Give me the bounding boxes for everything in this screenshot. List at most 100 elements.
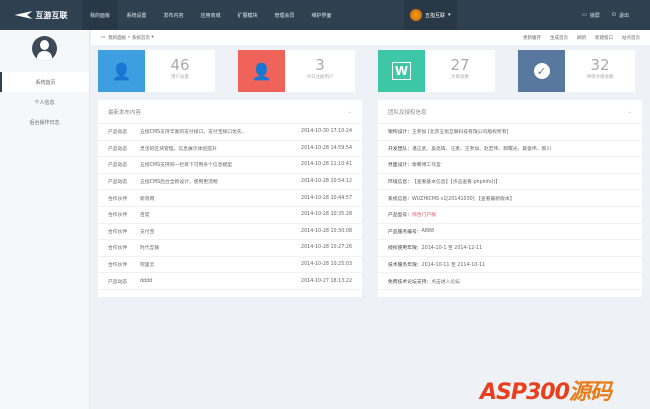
info-key: 界面设计：	[388, 163, 412, 169]
info-value: 【查看基本信息】【点击查看 phpinfo()】	[412, 180, 501, 186]
row-time: 2014-10-28 10:54:12	[301, 179, 352, 185]
sidebar-item-home[interactable]: 系统首页	[0, 72, 89, 92]
stat-card-pending: ✓ 32 待审文章总数	[518, 50, 635, 92]
info-row: 界面设计： 傣雾博工作室	[378, 157, 642, 174]
nav-extensions[interactable]: 扩展模块	[229, 0, 266, 30]
top-bar: 互游互联 我的面板 系统设置 发布内容 应用商城 扩展模块 管理会员 维护界面 …	[0, 0, 650, 30]
breadcrumb-current[interactable]: 系统首页	[132, 35, 150, 41]
info-key: 授权使用年限：	[388, 246, 422, 252]
row-time: 2014-10-28 10:25:03	[301, 262, 352, 268]
row-title-link[interactable]: 阿里云	[140, 261, 294, 268]
sidebar-item-profile[interactable]: 个人信息	[0, 92, 89, 112]
table-row: 合作伙伴 新浪网 2014-10-28 10:44:57	[98, 190, 362, 207]
info-row: 开发团队： 潘正武、吴亮辉、汪勇、王参加、赵宏伟、郝曙光、蔡俊伟、郝川	[378, 141, 642, 158]
stat-value: 3	[315, 56, 325, 74]
stat-label: 今日注册用户	[306, 75, 334, 80]
breadcrumb-root[interactable]: 我的面板	[108, 35, 126, 41]
main-nav: 我的面板 系统设置 发布内容 应用商城 扩展模块 管理会员 维护界面	[82, 0, 340, 30]
nav-maintenance[interactable]: 维护界面	[303, 0, 340, 30]
lock-label: 锁屏	[589, 12, 600, 19]
table-row: 合作伙伴 百度 2014-10-28 10:35:28	[98, 207, 362, 224]
row-title-link[interactable]: 新浪网	[140, 195, 294, 202]
info-row: 系统信息： WUZHICMS v1[20141030] 【查看最新版本】	[378, 190, 642, 207]
breadcrumb-actions: 更新缓存 生成首页 刷新 新建窗口 站点首页	[523, 35, 640, 41]
nav-members[interactable]: 管理会员	[266, 0, 303, 30]
logout-label: 退出	[618, 12, 629, 19]
info-value: 点击进入论坛	[431, 279, 460, 285]
row-category: 产品动态	[108, 146, 128, 152]
info-row: 授权使用年限： 2014-10-1 至 2014-12-11	[378, 240, 642, 257]
row-time: 2014-10-30 17:10:24	[301, 129, 352, 135]
table-row: 合作伙伴 阿里云 2014-10-28 10:25:03	[98, 257, 362, 274]
new-window-link[interactable]: 新建窗口	[595, 35, 613, 41]
monitor-icon: ▭	[101, 35, 106, 40]
sidebar: 系统首页 个人信息 后台操作日志	[0, 30, 90, 409]
stat-value: 27	[450, 56, 470, 74]
stat-card-articles: W 27 文章总数	[378, 50, 495, 92]
sidebar-avatar[interactable]	[32, 36, 57, 61]
table-row: 合作伙伴 支付宝 2014-10-28 10:30:08	[98, 224, 362, 241]
row-category: 合作伙伴	[108, 246, 128, 252]
nav-my-panel[interactable]: 我的面板	[82, 0, 118, 30]
info-key: 开发团队：	[388, 146, 412, 152]
avatar	[410, 9, 422, 21]
table-row: 产品动态 五指CMS支持丰富的支付接口，支付宝接口优先.. 2014-10-30 1…	[98, 124, 362, 141]
row-title-link[interactable]: 五指CMS后台全新设计，使用更流畅	[140, 178, 294, 185]
nav-app-store[interactable]: 应用商城	[192, 0, 229, 30]
row-time: 2014-10-28 10:30:08	[301, 228, 352, 234]
info-value: WUZHICMS v1[20141030] 【查看最新版本】	[412, 196, 515, 202]
user-menu[interactable]: 五指互联 ▾	[404, 0, 457, 30]
info-value: A888	[421, 228, 435, 234]
latest-content-panel: 最新发布内容 ⌄ 产品动态 五指CMS支持丰富的支付接口，支付宝接口优先.. 2014…	[98, 100, 362, 297]
nav-publish[interactable]: 发布内容	[155, 0, 192, 30]
stat-label: 文章总数	[451, 75, 469, 80]
row-time: 2014-10-28 14:59:54	[301, 145, 352, 151]
info-value: 王参加 [北京五指互联科技有限公司版权所有]	[412, 130, 509, 136]
row-category: 产品动态	[108, 163, 128, 169]
stat-card-users: 👤 46 用户总量	[98, 50, 215, 92]
row-time: 2014-10-28 10:44:57	[301, 195, 352, 201]
row-title-link[interactable]: 灵活的区块管理，信息展示体验提升	[140, 145, 294, 152]
nav-system-settings[interactable]: 系统设置	[118, 0, 155, 30]
chevron-down-icon[interactable]: ⌄	[347, 109, 352, 115]
row-title-link[interactable]: 百度	[140, 211, 294, 218]
stat-value: 32	[590, 56, 610, 74]
stat-card-new-users: 👤 3 今日注册用户	[238, 50, 355, 92]
info-key: 产品型号：	[388, 213, 412, 219]
table-row: 产品动态 五指CMS后台全新设计，使用更流畅 2014-10-28 10:54:12	[98, 174, 362, 191]
row-category: 合作伙伴	[108, 263, 128, 269]
info-row: 技术服务年限： 2014-10-11 至 2114-10-11	[378, 257, 642, 274]
info-row: 环境信息： 【查看基本信息】【点击查看 phpinfo()】	[378, 174, 642, 191]
row-title-link[interactable]: 时代互联	[140, 244, 294, 251]
info-row: 产品型号： 综合门户版	[378, 207, 642, 224]
row-category: 产品动态	[108, 180, 128, 186]
caret-down-icon: ▾	[448, 12, 451, 18]
site-home-link[interactable]: 站点首页	[622, 35, 640, 41]
info-row: 免费技术论坛支持： 点击进入论坛	[378, 273, 642, 290]
row-time: 2014-10-28 10:27:26	[301, 245, 352, 251]
chevron-down-icon[interactable]: ⌄	[627, 109, 632, 115]
lock-button[interactable]: ▭ 锁屏	[582, 0, 600, 30]
row-title-link[interactable]: 支付宝	[140, 228, 294, 235]
caret-down-icon: ▾	[149, 35, 154, 40]
info-value: 2014-10-11 至 2114-10-11	[421, 263, 486, 269]
info-key: 环境信息：	[388, 180, 412, 186]
row-title-link[interactable]: 五指CMS支持同一栏目下可用多个信息模型	[140, 161, 294, 168]
sidebar-item-log[interactable]: 后台操作日志	[0, 112, 89, 132]
logout-button[interactable]: ⏻ 退出	[612, 0, 629, 30]
info-value: 综合门户版	[412, 213, 436, 219]
row-time: 2014-10-28 11:10:41	[301, 162, 352, 168]
row-time: 2014-10-27 18:13:22	[301, 278, 352, 284]
generate-home-link[interactable]: 生成首页	[550, 35, 568, 41]
table-row: 合作伙伴 时代互联 2014-10-28 10:27:26	[98, 240, 362, 257]
update-cache-link[interactable]: 更新缓存	[523, 35, 541, 41]
refresh-link[interactable]: 刷新	[577, 35, 586, 41]
row-title-link[interactable]: 五指CMS支持丰富的支付接口，支付宝接口优先..	[140, 128, 294, 135]
row-title-link[interactable]: dddd	[140, 279, 294, 284]
logo[interactable]: 互游互联	[0, 0, 82, 30]
monitor-icon: ▭	[582, 12, 587, 18]
row-category: 产品动态	[108, 279, 128, 285]
stat-label: 用户总量	[171, 75, 189, 80]
table-row: 产品动态 灵活的区块管理，信息展示体验提升 2014-10-28 14:59:54	[98, 141, 362, 158]
logo-text: 互游互联	[35, 10, 68, 20]
